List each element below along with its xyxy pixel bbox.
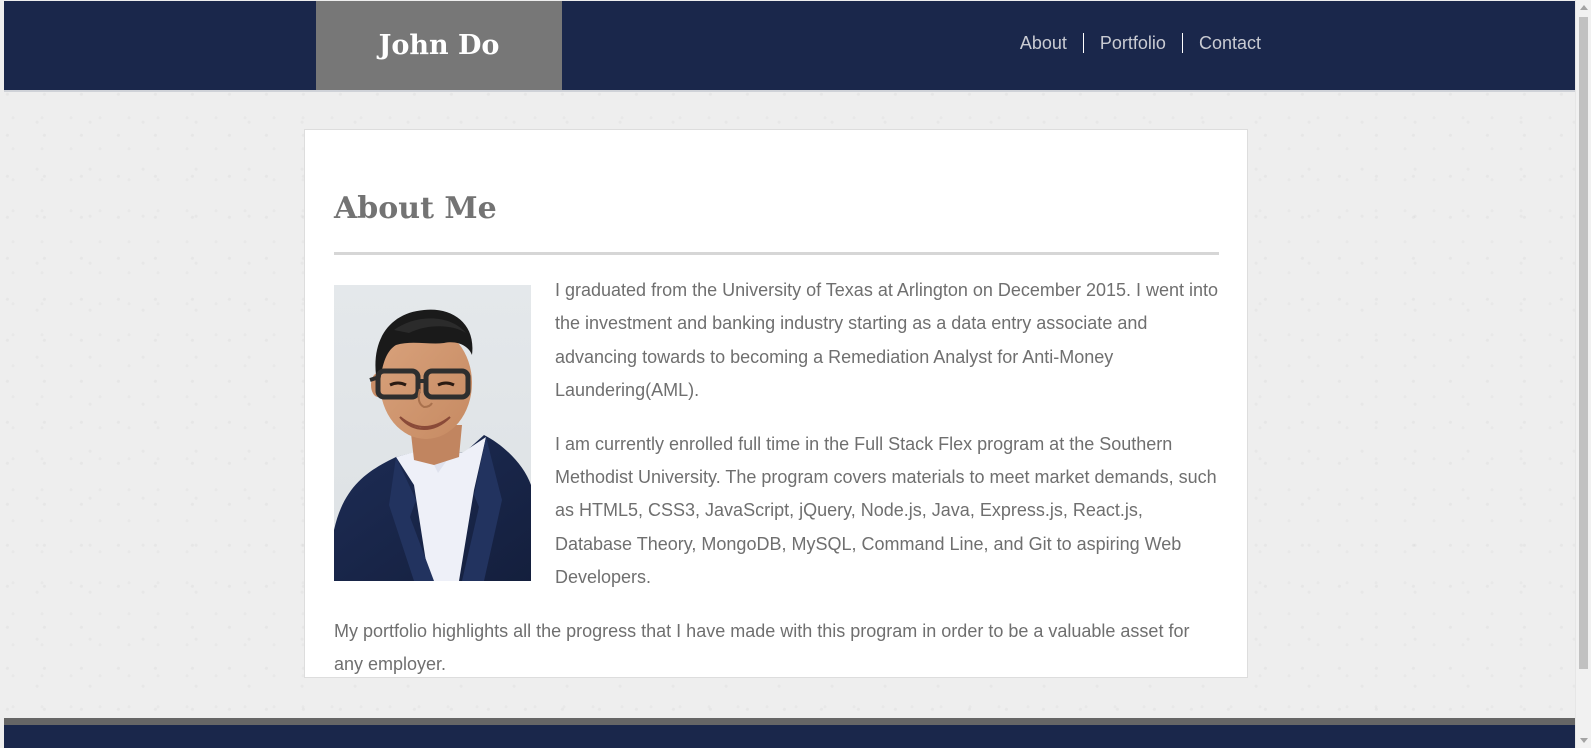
nav-link-about[interactable]: About	[1004, 33, 1083, 53]
brand-name[interactable]: John Do	[379, 30, 500, 61]
site-header: John Do About Portfolio Contact	[4, 1, 1575, 92]
about-body: I graduated from the University of Texas…	[334, 280, 1219, 701]
profile-photo-illustration	[334, 285, 531, 581]
nav-link-contact[interactable]: Contact	[1181, 33, 1261, 53]
site-footer	[4, 718, 1575, 748]
vertical-scrollbar[interactable]	[1575, 0, 1591, 748]
page-viewport: John Do About Portfolio Contact About Me	[0, 0, 1575, 748]
brand-block[interactable]: John Do	[316, 1, 562, 90]
nav-link-portfolio[interactable]: Portfolio	[1082, 33, 1182, 53]
main-nav: About Portfolio Contact	[1004, 33, 1261, 53]
scroll-down-arrow-icon[interactable]	[1580, 738, 1588, 743]
about-title: About Me	[334, 191, 497, 226]
title-divider	[334, 252, 1219, 255]
scroll-up-arrow-icon[interactable]	[1580, 5, 1588, 10]
scroll-thumb[interactable]	[1579, 17, 1588, 669]
about-card: About Me I graduated from the University…	[304, 129, 1248, 678]
about-paragraph-3: My portfolio highlights all the progress…	[334, 620, 1190, 675]
profile-photo	[334, 285, 531, 581]
